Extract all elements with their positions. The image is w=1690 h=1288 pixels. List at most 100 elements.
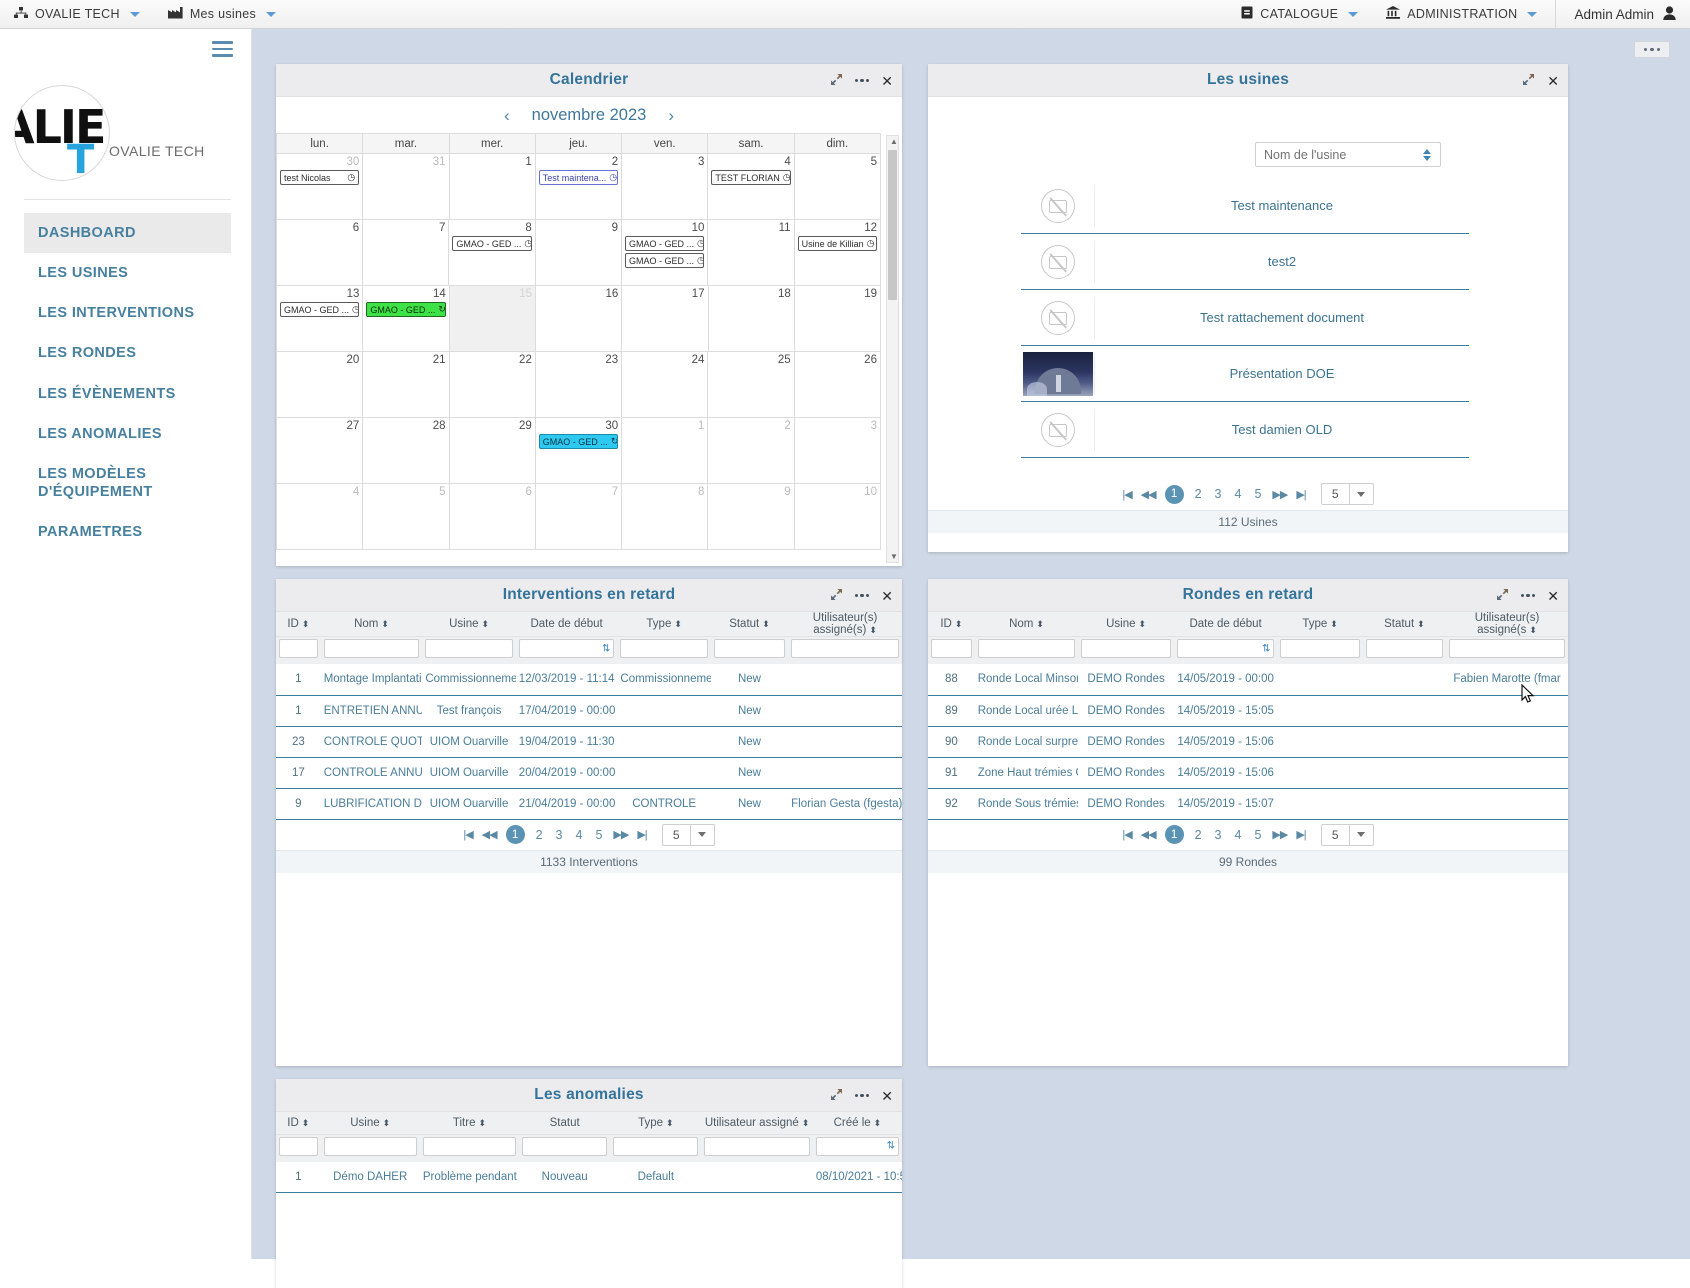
calendar-day-cell[interactable]: 15: [449, 286, 537, 352]
calendar-day-cell[interactable]: 16: [536, 286, 623, 352]
column-header-2[interactable]: Usine ⬍: [1078, 612, 1174, 637]
calendar-day-cell[interactable]: 6: [277, 220, 364, 286]
close-icon[interactable]: ✕: [881, 74, 893, 88]
calendar-day-cell[interactable]: 23: [535, 352, 623, 418]
sort-icon[interactable]: ⬍: [1036, 619, 1044, 629]
page-number-4[interactable]: 4: [1233, 828, 1244, 842]
column-header-2[interactable]: Usine ⬍: [422, 612, 516, 637]
scroll-up-icon[interactable]: ▲: [890, 137, 898, 146]
usine-row[interactable]: Test maintenance: [1021, 178, 1469, 234]
filter-input-3[interactable]: [1176, 639, 1275, 658]
calendar-day-cell[interactable]: 3: [794, 418, 881, 484]
usine-name-link[interactable]: Présentation DOE: [1095, 366, 1469, 381]
sort-icon[interactable]: ⬍: [481, 619, 489, 629]
column-header-3[interactable]: Statut: [519, 1112, 611, 1135]
calendar-day-cell[interactable]: 24: [622, 352, 709, 418]
filter-input-1[interactable]: [323, 639, 420, 658]
sort-icon[interactable]: ⬍: [674, 619, 682, 629]
prev-page-icon[interactable]: ◀◀: [482, 828, 498, 841]
close-icon[interactable]: ✕: [881, 589, 893, 603]
sidebar-item-6[interactable]: LES MODÈLES D'ÉQUIPEMENT: [24, 454, 231, 512]
column-header-4[interactable]: Type ⬍: [617, 612, 711, 637]
calendar-event[interactable]: TEST FLORIAN ◷: [711, 170, 791, 185]
chevron-down-icon[interactable]: [1348, 484, 1373, 504]
column-header-6[interactable]: Créé le ⬍: [812, 1112, 902, 1135]
sort-icon[interactable]: ⬍: [381, 619, 389, 629]
filter-input-5[interactable]: [1365, 639, 1444, 658]
page-size-select[interactable]: 5: [1320, 483, 1374, 505]
calendar-day-cell[interactable]: 30 test Nicolas ◷: [277, 154, 364, 220]
filter-input-4[interactable]: [613, 1136, 699, 1156]
sort-icon[interactable]: ⬍: [955, 619, 963, 629]
page-number-2[interactable]: 2: [534, 828, 545, 842]
table-row[interactable]: 9LUBRIFICATION DU RUIOM Ouarville21/04/2…: [276, 788, 902, 820]
next-page-icon[interactable]: ▶▶: [613, 828, 629, 841]
next-page-icon[interactable]: ▶▶: [1272, 828, 1288, 841]
topbar-my-factories-menu[interactable]: Mes usines: [154, 0, 290, 29]
calendar-day-cell[interactable]: 25: [708, 352, 795, 418]
page-number-5[interactable]: 5: [1252, 487, 1263, 501]
calendar-day-cell[interactable]: 18: [708, 286, 795, 352]
page-number-3[interactable]: 3: [1213, 828, 1224, 842]
calendar-event[interactable]: GMAO - GED ... ◷: [625, 253, 705, 268]
calendar-day-cell[interactable]: 2: [708, 418, 795, 484]
sidebar-item-4[interactable]: LES ÉVÈNEMENTS: [24, 374, 231, 414]
filter-input-0[interactable]: [279, 639, 318, 658]
page-number-1[interactable]: 1: [505, 825, 525, 844]
usine-row[interactable]: Test damien OLD: [1021, 402, 1469, 458]
calendar-day-cell[interactable]: 1: [449, 154, 536, 220]
calendar-day-cell[interactable]: 29: [449, 418, 536, 484]
next-month-button[interactable]: ›: [668, 107, 674, 124]
calendar-day-cell[interactable]: 22: [449, 352, 536, 418]
first-page-icon[interactable]: |◀: [463, 828, 473, 841]
calendar-day-cell[interactable]: 2 Test maintena... ◷: [535, 154, 623, 220]
usine-name-link[interactable]: test2: [1095, 254, 1469, 269]
page-number-2[interactable]: 2: [1193, 828, 1204, 842]
filter-input-3[interactable]: [518, 639, 615, 658]
sidebar-item-2[interactable]: LES INTERVENTIONS: [24, 293, 231, 333]
filter-input-4[interactable]: [620, 639, 708, 658]
sort-icon[interactable]: ⬍: [869, 625, 877, 635]
first-page-icon[interactable]: |◀: [1122, 828, 1132, 841]
calendar-day-cell[interactable]: 11: [708, 220, 795, 286]
usine-row[interactable]: Présentation DOE: [1021, 346, 1469, 402]
calendar-day-cell[interactable]: 9: [535, 220, 622, 286]
last-page-icon[interactable]: ▶|: [637, 828, 647, 841]
table-row[interactable]: 88 Ronde Local Minsorb DEMO Rondes 14/05/20…: [928, 664, 1568, 696]
calendar-day-cell[interactable]: 19: [794, 286, 882, 352]
calendar-day-cell[interactable]: 21: [363, 352, 450, 418]
calendar-event[interactable]: GMAO - GED ... ↻: [538, 434, 619, 449]
sort-icon[interactable]: ⬍: [302, 619, 310, 629]
scrollbar-thumb[interactable]: [888, 150, 897, 300]
last-page-icon[interactable]: ▶|: [1296, 488, 1306, 501]
filter-input-0[interactable]: [931, 639, 972, 658]
calendar-day-cell[interactable]: 20: [277, 352, 364, 418]
sidebar-item-0[interactable]: DASHBOARD: [24, 213, 231, 254]
calendar-options-icon[interactable]: [854, 78, 870, 83]
sort-icon[interactable]: ⬍: [802, 1118, 810, 1128]
table-row[interactable]: 90Ronde Local surpressDEMO Rondes14/05/2…: [928, 726, 1568, 758]
page-number-1[interactable]: 1: [1164, 484, 1184, 504]
filter-input-3[interactable]: [522, 1136, 608, 1156]
calendar-day-cell[interactable]: 12 Usine de Killian ◷: [794, 220, 881, 286]
sort-icon[interactable]: ⬍: [383, 1118, 391, 1128]
table-row[interactable]: 1Montage ImplantationCommissionnement12/…: [276, 664, 902, 696]
column-header-5[interactable]: Statut ⬍: [1362, 612, 1447, 637]
calendar-day-cell[interactable]: 31: [363, 154, 450, 220]
next-page-icon[interactable]: ▶▶: [1272, 488, 1288, 501]
table-row[interactable]: 92Ronde Sous trémies CDEMO Rondes14/05/2…: [928, 788, 1568, 820]
interventions-options-icon[interactable]: [854, 593, 870, 598]
filter-input-5[interactable]: [713, 639, 786, 658]
column-header-2[interactable]: Titre ⬍: [419, 1112, 520, 1135]
column-header-0[interactable]: ID ⬍: [276, 1112, 321, 1135]
sidebar-toggle-button[interactable]: [212, 41, 233, 61]
column-header-4[interactable]: Type ⬍: [610, 1112, 702, 1135]
prev-page-icon[interactable]: ◀◀: [1141, 828, 1157, 841]
filter-input-2[interactable]: [422, 1136, 517, 1156]
calendar-event[interactable]: GMAO - GED ... ◷: [625, 236, 705, 251]
topbar-org-menu[interactable]: OVALIE TECH: [0, 0, 154, 29]
column-header-5[interactable]: Utilisateur assigné ⬍: [701, 1112, 813, 1135]
column-header-3[interactable]: Date de début: [515, 612, 618, 637]
usine-name-link[interactable]: Test damien OLD: [1095, 422, 1469, 437]
column-header-4[interactable]: Type ⬍: [1277, 612, 1363, 637]
